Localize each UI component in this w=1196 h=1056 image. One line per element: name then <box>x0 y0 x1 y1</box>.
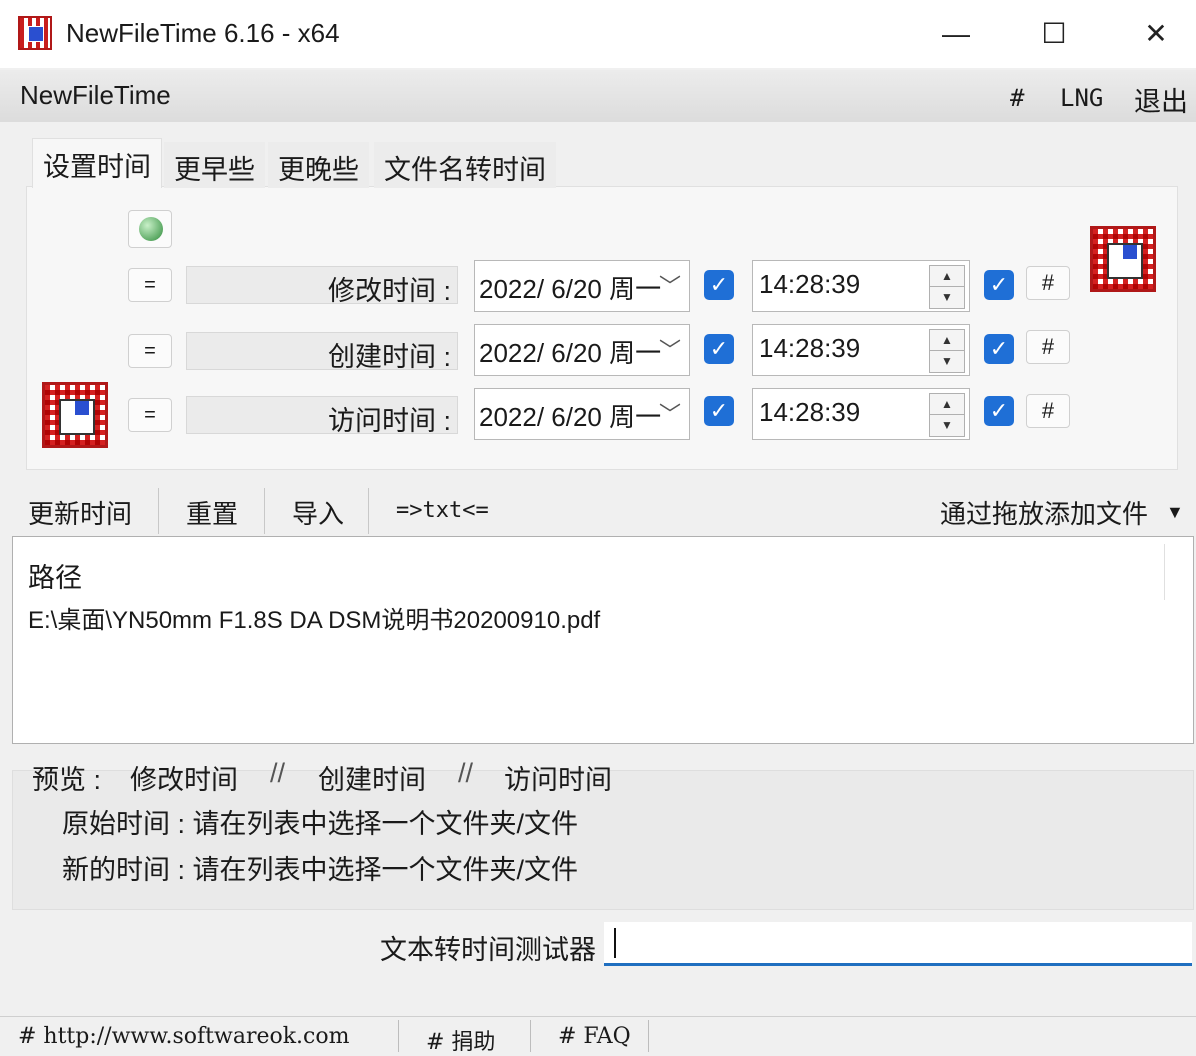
tab-later[interactable]: 更晚些 <box>268 142 369 188</box>
maximize-button[interactable]: ☐ <box>1032 14 1076 54</box>
created-time-value: 14:28:39 <box>759 333 861 363</box>
created-time-checkbox[interactable]: ✓ <box>984 334 1014 364</box>
menu-hash[interactable]: # <box>1010 84 1024 112</box>
preview-heading: 预览 : <box>32 765 102 795</box>
menu-app-name[interactable]: NewFileTime <box>20 80 171 111</box>
status-donate-link[interactable]: # 捐助 <box>426 1024 495 1056</box>
accessed-time-label: 访问时间 : <box>327 406 451 436</box>
tab-filename-to-time[interactable]: 文件名转时间 <box>374 142 556 188</box>
txt-export-button[interactable]: =>txt<= <box>396 498 489 523</box>
hash-button-accessed[interactable]: # <box>1026 394 1070 428</box>
chevron-down-icon: ﹀ <box>658 338 681 363</box>
modified-time-label: 修改时间 : <box>327 276 451 306</box>
modified-date-picker[interactable]: 2022/ 6/20 周一 ﹀ <box>474 260 690 312</box>
created-time-input[interactable]: 14:28:39 ▲ ▼ <box>752 324 970 376</box>
status-website-link[interactable]: # http://www.softwareok.com <box>18 1024 349 1049</box>
dropdown-arrow-icon[interactable]: ▼ <box>1166 502 1184 523</box>
globe-refresh-button[interactable] <box>128 210 172 248</box>
equals-button-modified[interactable]: = <box>128 268 172 302</box>
modified-time-input[interactable]: 14:28:39 ▲ ▼ <box>752 260 970 312</box>
preview-col-modified: 修改时间 <box>130 765 238 795</box>
tab-earlier[interactable]: 更早些 <box>164 142 265 188</box>
chevron-down-icon: ﹀ <box>658 402 681 427</box>
list-header-path[interactable]: 路径 <box>28 556 82 595</box>
accessed-date-checkbox[interactable]: ✓ <box>704 396 734 426</box>
close-button[interactable]: ✕ <box>1134 14 1178 54</box>
modified-time-value: 14:28:39 <box>759 269 861 299</box>
created-time-label: 创建时间 : <box>327 342 451 372</box>
status-divider <box>530 1020 531 1052</box>
app-icon <box>18 16 52 50</box>
drag-drop-add-files-button[interactable]: 通过拖放添加文件 <box>940 494 1148 531</box>
modified-date-value: 2022/ 6/20 周一 <box>479 274 662 304</box>
text-to-time-tester-input[interactable] <box>604 922 1192 966</box>
toolbar-divider <box>264 488 265 534</box>
created-time-label-box: 创建时间 : <box>186 332 458 372</box>
modified-date-checkbox[interactable]: ✓ <box>704 270 734 300</box>
accessed-time-value: 14:28:39 <box>759 397 861 427</box>
text-to-time-tester-label: 文本转时间测试器 <box>380 935 596 965</box>
modified-time-label-box: 修改时间 : <box>186 266 458 306</box>
toolbar-divider <box>368 488 369 534</box>
window-title: NewFileTime 6.16 - x64 <box>66 18 340 48</box>
preview-separator: // <box>270 758 286 788</box>
modified-time-spinner[interactable]: ▲ ▼ <box>929 265 965 309</box>
created-date-picker[interactable]: 2022/ 6/20 周一 ﹀ <box>474 324 690 376</box>
accessed-time-spinner[interactable]: ▲ ▼ <box>929 393 965 437</box>
list-item[interactable]: E:\桌面\YN50mm F1.8S DA DSM说明书20200910.pdf <box>28 600 600 635</box>
preview-col-accessed: 访问时间 <box>504 765 612 795</box>
modified-time-checkbox[interactable]: ✓ <box>984 270 1014 300</box>
menu-exit[interactable]: 退出 <box>1134 80 1188 119</box>
accessed-time-checkbox[interactable]: ✓ <box>984 396 1014 426</box>
globe-icon <box>139 217 163 241</box>
created-date-value: 2022/ 6/20 周一 <box>479 338 662 368</box>
created-date-checkbox[interactable]: ✓ <box>704 334 734 364</box>
column-divider <box>1164 544 1165 600</box>
minimize-button[interactable]: — <box>934 14 978 54</box>
reset-button[interactable]: 重置 <box>186 494 238 531</box>
preview-new-time: 新的时间 : 请在列表中选择一个文件夹/文件 <box>62 855 579 885</box>
preview-original-time: 原始时间 : 请在列表中选择一个文件夹/文件 <box>62 809 579 839</box>
accessed-date-picker[interactable]: 2022/ 6/20 周一 ﹀ <box>474 388 690 440</box>
equals-button-accessed[interactable]: = <box>128 398 172 432</box>
pixel-time-icon[interactable] <box>1090 226 1156 292</box>
preview-separator: // <box>458 758 474 788</box>
accessed-date-value: 2022/ 6/20 周一 <box>479 402 662 432</box>
preview-col-created: 创建时间 <box>318 765 426 795</box>
menu-language[interactable]: LNG <box>1060 84 1103 112</box>
import-button[interactable]: 导入 <box>292 494 344 531</box>
created-time-spinner[interactable]: ▲ ▼ <box>929 329 965 373</box>
file-list[interactable] <box>12 536 1194 744</box>
status-divider <box>398 1020 399 1052</box>
update-time-button[interactable]: 更新时间 <box>28 494 132 531</box>
text-caret <box>614 928 616 958</box>
hash-button-modified[interactable]: # <box>1026 266 1070 300</box>
toolbar-divider <box>158 488 159 534</box>
status-divider <box>648 1020 649 1052</box>
tab-set-time[interactable]: 设置时间 <box>32 138 162 188</box>
status-faq-link[interactable]: # FAQ <box>558 1024 631 1049</box>
pixel-file-icon[interactable] <box>42 382 108 448</box>
hash-button-created[interactable]: # <box>1026 330 1070 364</box>
accessed-time-input[interactable]: 14:28:39 ▲ ▼ <box>752 388 970 440</box>
chevron-down-icon: ﹀ <box>658 274 681 299</box>
accessed-time-label-box: 访问时间 : <box>186 396 458 436</box>
equals-button-created[interactable]: = <box>128 334 172 368</box>
